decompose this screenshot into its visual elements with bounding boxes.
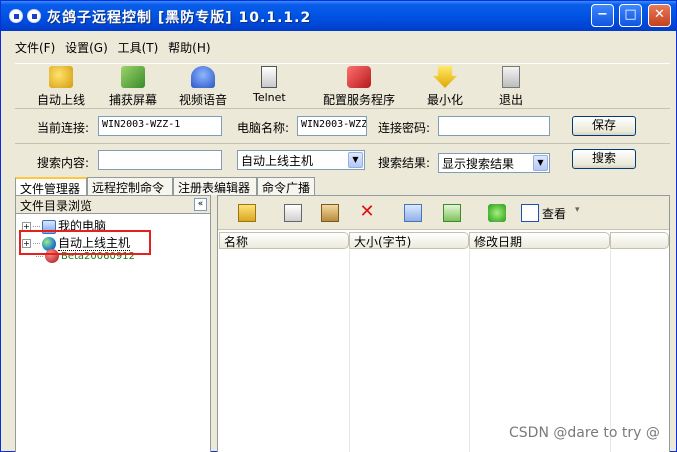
connect-password-label: 连接密码: xyxy=(378,121,431,135)
tab-file-manager[interactable]: 文件管理器 xyxy=(15,177,87,196)
view-mode-icon[interactable] xyxy=(521,204,539,222)
close-window-button[interactable]: ✕ xyxy=(648,4,671,27)
column-header-size[interactable]: 大小(字节) xyxy=(349,232,469,249)
exit-button[interactable]: 退出 xyxy=(499,66,523,108)
tab-registry-editor[interactable]: 注册表编辑器 xyxy=(173,177,257,195)
grid-column-line xyxy=(610,250,611,452)
search-result-select[interactable]: 显示搜索结果 ▼ xyxy=(438,153,550,173)
capture-screen-button[interactable]: 捕获屏幕 xyxy=(109,66,157,108)
auto-online-button[interactable]: 自动上线 xyxy=(37,66,85,108)
minimize-icon xyxy=(433,66,457,88)
menu-tools[interactable]: 工具(T) xyxy=(118,37,163,56)
app-icon xyxy=(27,9,41,23)
system-menu-icon[interactable] xyxy=(9,9,23,23)
chevron-down-icon: ▼ xyxy=(533,155,548,171)
title-bar[interactable]: 灰鸽子远程控制 [黑防专版] 10.1.1.2 − □ ✕ xyxy=(1,1,676,31)
minimize-window-button[interactable]: − xyxy=(591,4,614,27)
refresh-icon[interactable] xyxy=(488,204,506,222)
current-connection-label: 当前连接: xyxy=(37,121,90,135)
row-divider xyxy=(15,143,670,144)
delete-icon[interactable]: ✕ xyxy=(358,203,376,222)
video-voice-button[interactable]: 视频语音 xyxy=(179,66,227,108)
telnet-button[interactable]: Telnet xyxy=(253,66,286,104)
highlight-annotation xyxy=(19,230,151,255)
download-icon[interactable] xyxy=(443,204,461,222)
search-button[interactable]: 搜索 xyxy=(572,149,636,169)
upload-icon[interactable] xyxy=(404,204,422,222)
chevron-down-icon: ▼ xyxy=(348,152,363,168)
column-header-blank xyxy=(610,232,669,249)
auto-online-icon xyxy=(49,66,73,88)
collapse-panel-button[interactable]: « xyxy=(194,198,207,211)
telnet-icon xyxy=(261,66,278,88)
watermark-text: CSDN @dare to try @ xyxy=(509,425,660,441)
maximize-window-button[interactable]: □ xyxy=(619,4,642,27)
current-connection-input[interactable]: WIN2003-WZZ-1 xyxy=(98,116,222,136)
app-window: 灰鸽子远程控制 [黑防专版] 10.1.1.2 − □ ✕ 文件(F) 设置(G… xyxy=(0,0,677,452)
search-scope-select[interactable]: 自动上线主机 ▼ xyxy=(237,150,365,170)
folder-up-icon[interactable] xyxy=(238,204,256,222)
chevron-down-icon[interactable]: ▾ xyxy=(575,205,580,215)
tab-command-broadcast[interactable]: 命令广播 xyxy=(257,177,315,195)
save-button[interactable]: 保存 xyxy=(572,116,636,136)
minimize-tool-button[interactable]: 最小化 xyxy=(427,66,463,108)
column-header-modified[interactable]: 修改日期 xyxy=(469,232,610,249)
grid-column-line xyxy=(469,250,470,452)
view-mode-button[interactable]: 查看 xyxy=(542,205,566,222)
config-service-button[interactable]: 配置服务程序 xyxy=(323,66,395,108)
file-list-panel: ✕ 查看 ▾ 名称 大小(字节) 修改日期 xyxy=(217,195,670,452)
menu-file[interactable]: 文件(F) xyxy=(15,37,59,56)
search-content-label: 搜索内容: xyxy=(37,156,90,170)
menu-settings[interactable]: 设置(G) xyxy=(65,37,112,56)
window-title: 灰鸽子远程控制 [黑防专版] 10.1.1.2 xyxy=(47,10,312,26)
menu-bar: 文件(F) 设置(G) 工具(T) 帮助(H) xyxy=(15,37,670,59)
paste-icon[interactable] xyxy=(321,204,339,222)
capture-screen-icon xyxy=(121,66,145,88)
computer-name-input[interactable]: WIN2003-WZZ xyxy=(297,116,367,136)
tab-remote-commands[interactable]: 远程控制命令 xyxy=(87,177,173,195)
config-service-icon xyxy=(347,66,371,88)
video-voice-icon xyxy=(191,66,215,88)
menu-help[interactable]: 帮助(H) xyxy=(168,37,214,56)
file-toolbar: ✕ 查看 ▾ xyxy=(218,196,669,230)
search-content-input[interactable] xyxy=(98,150,222,170)
directory-tree-header: 文件目录浏览 « xyxy=(16,196,210,214)
computer-name-label: 电脑名称: xyxy=(237,121,290,135)
search-result-label: 搜索结果: xyxy=(378,156,431,170)
exit-icon xyxy=(502,66,520,88)
main-toolbar: 自动上线 捕获屏幕 视频语音 Telnet 配置服务程序 最小化 退出 xyxy=(15,63,670,109)
copy-icon[interactable] xyxy=(284,204,302,222)
column-header-name[interactable]: 名称 xyxy=(219,232,349,249)
connect-password-input[interactable] xyxy=(438,116,550,136)
grid-column-line xyxy=(349,250,350,452)
